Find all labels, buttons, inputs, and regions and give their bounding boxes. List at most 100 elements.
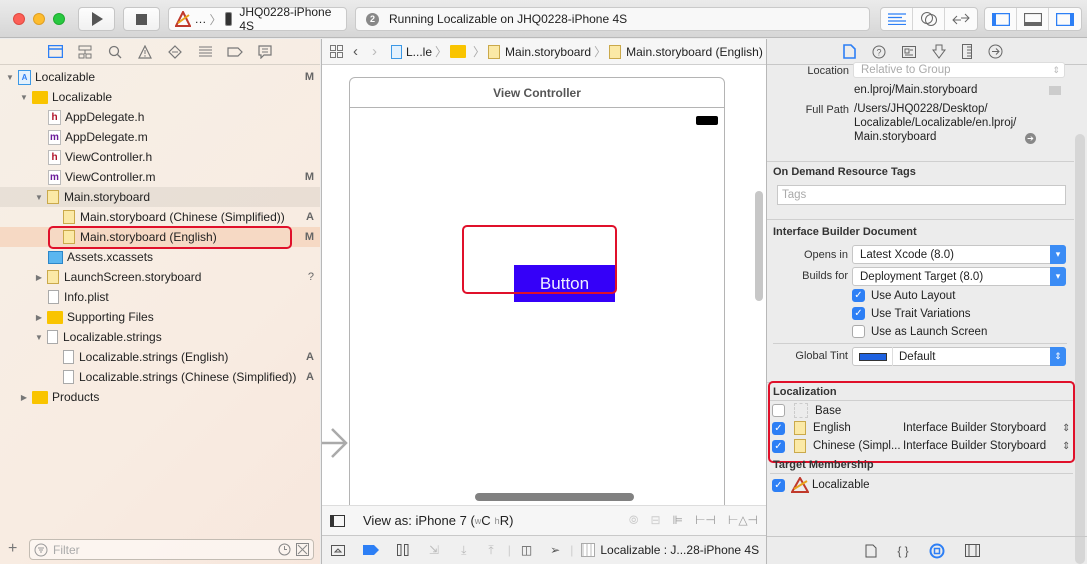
disclosure-closed-icon[interactable]: ▶: [34, 313, 44, 322]
minimize-window-button[interactable]: [33, 13, 45, 25]
nav-item-group[interactable]: ▶ Products: [0, 387, 320, 407]
view-controller-scene[interactable]: View Controller Button: [349, 77, 725, 505]
assistant-editor-button[interactable]: [913, 8, 945, 30]
issue-navigator-tab[interactable]: [137, 44, 153, 60]
opens-in-popup[interactable]: Latest Xcode (8.0) ▾: [852, 245, 1066, 264]
close-window-button[interactable]: [13, 13, 25, 25]
object-library-icon[interactable]: [929, 543, 945, 559]
simulate-location-icon[interactable]: ➢: [550, 543, 560, 557]
view-as-label[interactable]: View as: iPhone 7 (: [363, 513, 475, 528]
symbol-navigator-tab[interactable]: [77, 44, 93, 60]
use-auto-layout-checkbox[interactable]: ✓ Use Auto Layout: [852, 289, 955, 302]
step-into-icon[interactable]: ⤓: [461, 543, 466, 558]
nav-item-file[interactable]: Main.storyboard (Chinese (Simplified)) A: [0, 207, 320, 227]
size-inspector-icon[interactable]: [962, 44, 972, 59]
nav-item-file[interactable]: h AppDelegate.h: [0, 107, 320, 127]
nav-item-project[interactable]: ▼ A Localizable M: [0, 67, 320, 87]
identity-inspector-icon[interactable]: [902, 45, 916, 58]
target-localizable-checkbox[interactable]: ✓ Localizable: [772, 477, 870, 493]
pause-icon[interactable]: [397, 544, 409, 556]
document-outline-toggle-icon[interactable]: [330, 514, 345, 527]
add-icon[interactable]: +: [8, 540, 17, 558]
nav-item-group[interactable]: ▶ Supporting Files: [0, 307, 320, 327]
nav-item-file[interactable]: m ViewController.m M: [0, 167, 320, 187]
embed-in-stack-icon[interactable]: ⊟: [650, 513, 660, 528]
global-tint-popup[interactable]: Default ⇕: [852, 347, 1066, 366]
choose-file-folder-icon[interactable]: [1049, 86, 1061, 95]
resolve-issues-icon[interactable]: ⊢△⊣: [728, 513, 758, 528]
disclosure-closed-icon[interactable]: ▶: [34, 273, 44, 282]
issue-count-badge[interactable]: 2: [366, 12, 379, 26]
hide-debug-area-icon[interactable]: [331, 544, 345, 556]
horizontal-scrollbar[interactable]: [475, 493, 634, 501]
nav-item-label: Assets.xcassets: [67, 250, 154, 264]
step-out-icon[interactable]: ⤒: [488, 543, 493, 558]
jumpbar-storyboard[interactable]: Main.storyboard: [505, 45, 591, 59]
quick-help-icon[interactable]: ?: [872, 45, 886, 59]
jumpbar-localized-storyboard[interactable]: Main.storyboard (English): [626, 45, 763, 59]
debug-navigator-tab[interactable]: [197, 44, 213, 60]
attributes-inspector-icon[interactable]: [932, 44, 946, 59]
stop-button[interactable]: [123, 7, 160, 31]
nav-item-file[interactable]: Assets.xcassets: [0, 247, 320, 267]
storyboard-canvas[interactable]: View Controller Button: [322, 65, 766, 505]
tags-input[interactable]: Tags: [777, 185, 1066, 205]
step-over-icon[interactable]: ⇲: [429, 543, 439, 557]
nav-item-file[interactable]: Localizable.strings (English) A: [0, 347, 320, 367]
breakpoints-active-icon[interactable]: [363, 545, 379, 555]
related-items-grid-icon[interactable]: [330, 45, 343, 58]
run-button[interactable]: [78, 7, 115, 31]
use-as-launch-screen-checkbox[interactable]: Use as Launch Screen: [852, 325, 987, 338]
toggle-debug-area-button[interactable]: [1017, 8, 1049, 30]
recent-files-clock-icon[interactable]: [278, 543, 291, 556]
test-navigator-tab[interactable]: [167, 44, 183, 60]
disclosure-open-icon[interactable]: ▼: [34, 193, 44, 202]
align-icon[interactable]: ⊫: [673, 513, 683, 528]
nav-item-strings-group[interactable]: ▼ Localizable.strings: [0, 327, 320, 347]
inspector-scrollbar[interactable]: [1075, 134, 1085, 564]
nav-item-group[interactable]: ▼ Localizable: [0, 87, 320, 107]
update-frames-icon[interactable]: ⦾: [629, 513, 639, 528]
disclosure-open-icon[interactable]: ▼: [34, 333, 44, 342]
code-snippet-library-icon[interactable]: { }: [897, 544, 908, 558]
reveal-in-finder-arrow-icon[interactable]: ➔: [1025, 133, 1036, 144]
nav-item-file[interactable]: h ViewController.h: [0, 147, 320, 167]
builds-for-popup[interactable]: Deployment Target (8.0) ▾: [852, 267, 1066, 286]
toggle-inspector-button[interactable]: [1049, 8, 1081, 30]
nav-item-file[interactable]: m AppDelegate.m: [0, 127, 320, 147]
report-navigator-tab[interactable]: [257, 44, 273, 60]
toggle-navigator-button[interactable]: [985, 8, 1017, 30]
disclosure-closed-icon[interactable]: ▶: [19, 393, 29, 402]
file-inspector-icon[interactable]: [843, 44, 856, 59]
use-trait-variations-checkbox[interactable]: ✓ Use Trait Variations: [852, 307, 971, 320]
breakpoint-navigator-tab[interactable]: [227, 44, 243, 60]
scm-filter-icon[interactable]: [296, 543, 309, 556]
jumpbar-project[interactable]: L...le: [406, 45, 432, 59]
jumpbar-folder-icon[interactable]: [450, 45, 467, 58]
disclosure-open-icon[interactable]: ▼: [5, 73, 15, 82]
standard-editor-icon: [887, 13, 906, 25]
standard-editor-button[interactable]: [881, 8, 913, 30]
pin-icon[interactable]: ⊢⊣: [695, 513, 716, 528]
file-template-library-icon[interactable]: [865, 544, 877, 558]
nav-item-file[interactable]: ▶ LaunchScreen.storyboard ?: [0, 267, 320, 287]
version-editor-button[interactable]: [945, 8, 977, 30]
filter-input[interactable]: Filter: [29, 539, 314, 560]
chevron-right-icon: 〉: [473, 45, 486, 59]
nav-item-file[interactable]: Info.plist: [0, 287, 320, 307]
scheme-selector[interactable]: … 〉 JHQ0228-iPhone 4S: [168, 5, 347, 33]
forward-icon[interactable]: ›: [372, 43, 377, 60]
disclosure-open-icon[interactable]: ▼: [19, 93, 29, 102]
media-library-icon[interactable]: [964, 544, 980, 557]
back-icon[interactable]: ‹: [353, 43, 358, 60]
vertical-scrollbar[interactable]: [755, 191, 763, 301]
location-popup[interactable]: Relative to Group ⇕: [853, 62, 1065, 78]
project-navigator-tab[interactable]: [47, 44, 63, 60]
connections-inspector-icon[interactable]: [988, 44, 1003, 59]
find-navigator-tab[interactable]: [107, 44, 123, 60]
nav-item-storyboard-group[interactable]: ▼ Main.storyboard: [0, 187, 320, 207]
view-debugger-icon[interactable]: ◫: [521, 543, 532, 557]
debug-process-label[interactable]: Localizable : J...28-iPhone 4S: [600, 543, 759, 557]
nav-item-file[interactable]: Localizable.strings (Chinese (Simplified…: [0, 367, 320, 387]
zoom-window-button[interactable]: [53, 13, 65, 25]
